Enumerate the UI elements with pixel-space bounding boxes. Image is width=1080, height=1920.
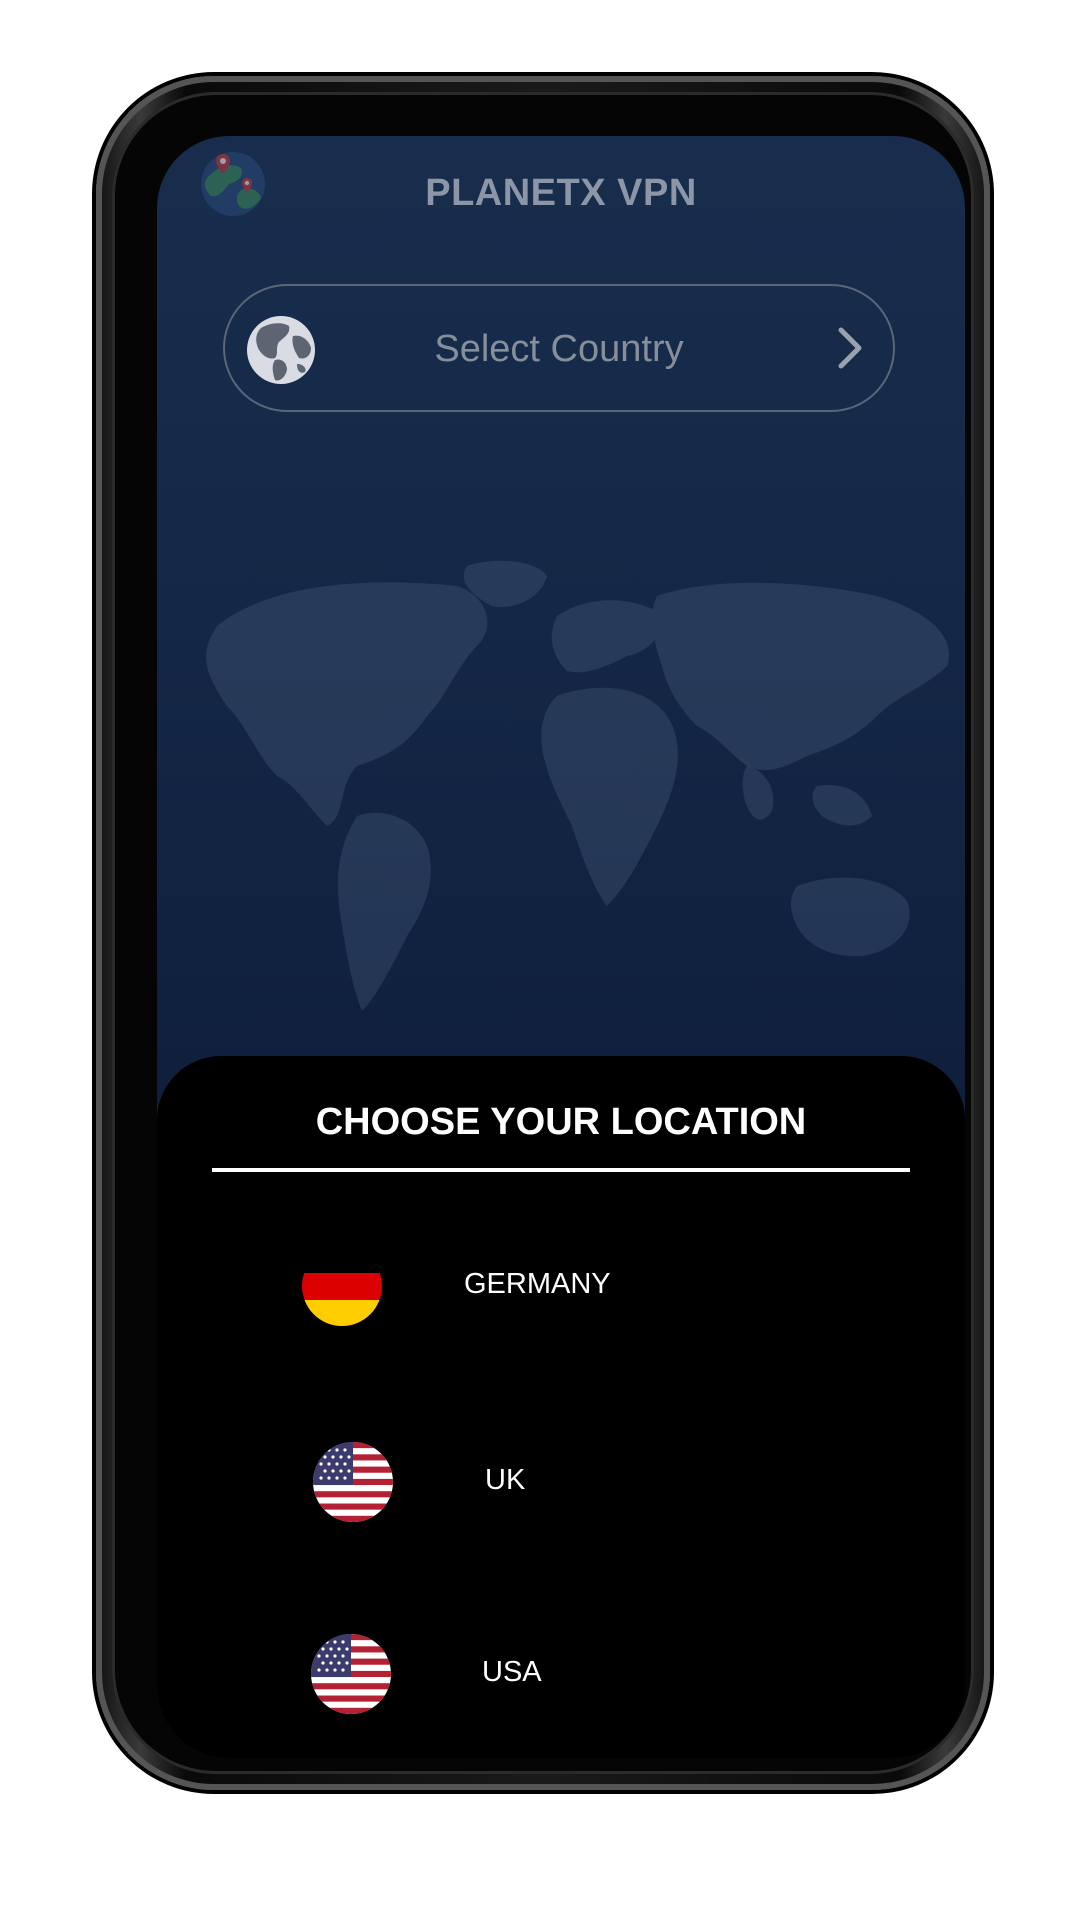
app-screen: PLANETX VPN Select Country CHOOSE YOUR L…	[157, 136, 965, 1758]
chevron-right-icon	[838, 327, 862, 369]
location-name-germany: GERMANY	[464, 1268, 611, 1300]
sheet-divider	[212, 1168, 910, 1172]
select-country-label: Select Country	[434, 328, 684, 370]
usa-flag-icon	[313, 1442, 393, 1522]
world-map-background	[206, 560, 949, 1011]
phone-bezel: PLANETX VPN Select Country CHOOSE YOUR L…	[112, 92, 974, 1774]
location-name-usa: USA	[482, 1656, 542, 1688]
usa-flag-icon	[311, 1634, 391, 1714]
location-item-germany[interactable]: GERMANY	[157, 1246, 965, 1356]
select-country-button[interactable]: Select Country	[223, 284, 895, 412]
location-name-uk: UK	[485, 1464, 526, 1496]
app-title: PLANETX VPN	[425, 172, 697, 214]
location-item-uk[interactable]: UK	[157, 1442, 965, 1552]
germany-flag-icon	[302, 1246, 382, 1326]
location-bottom-sheet: CHOOSE YOUR LOCATION GERMANY UK USA	[157, 1056, 965, 1758]
sheet-title: CHOOSE YOUR LOCATION	[315, 1101, 807, 1143]
phone-frame: PLANETX VPN Select Country CHOOSE YOUR L…	[96, 76, 990, 1790]
location-item-usa[interactable]: USA	[157, 1634, 965, 1744]
